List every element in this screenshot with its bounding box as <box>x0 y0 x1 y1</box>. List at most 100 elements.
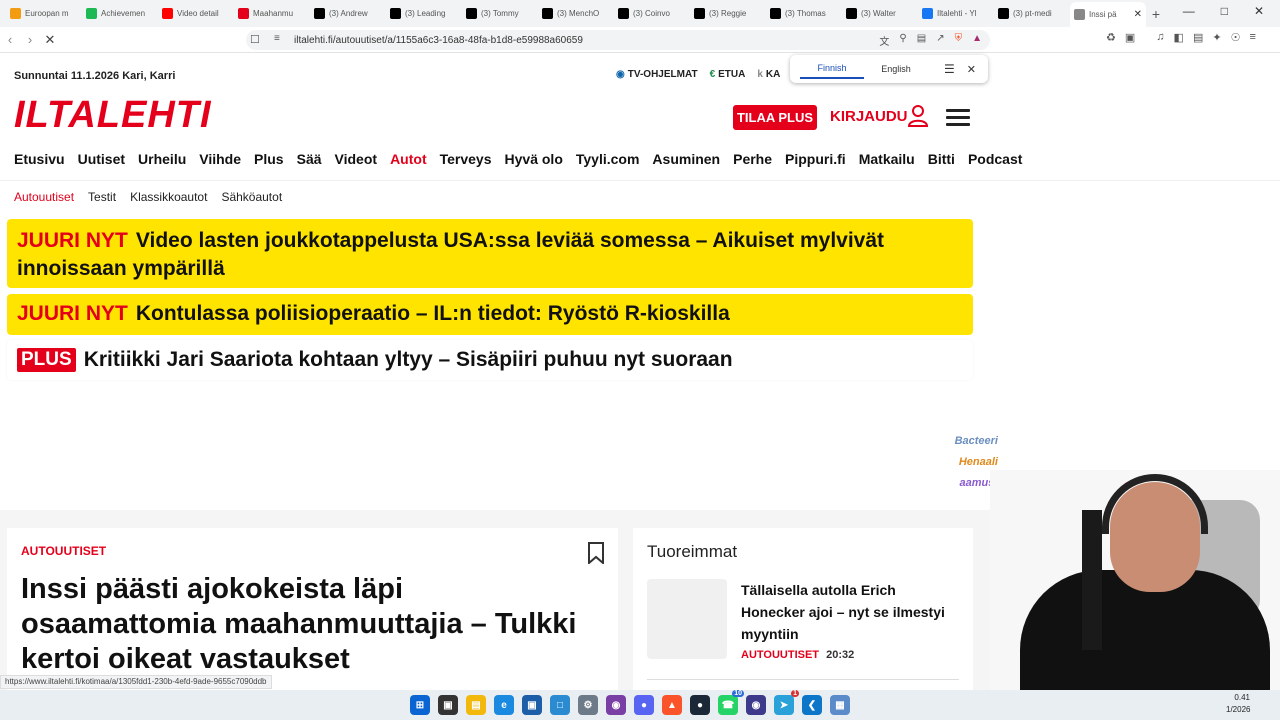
maximize-icon[interactable]: □ <box>1221 4 1228 18</box>
minimize-icon[interactable]: — <box>1183 4 1195 18</box>
nav-item[interactable]: Perhe <box>733 151 772 167</box>
browser-tab[interactable]: Iltalehti - Yl <box>918 3 994 25</box>
tv-link[interactable]: ◉ TV-OHJELMAT <box>616 69 698 80</box>
k-icon: k <box>757 69 763 80</box>
task-view-icon[interactable]: ▣ <box>438 695 458 715</box>
close-tab-icon[interactable]: ✕ <box>1134 9 1142 20</box>
steam-icon[interactable]: ● <box>690 695 710 715</box>
nav-item[interactable]: Bitti <box>928 151 955 167</box>
sidebar-icon[interactable]: ◧ <box>1174 31 1184 44</box>
nav-item[interactable]: Pippuri.fi <box>785 151 846 167</box>
translate-icon[interactable]: 文 <box>879 33 889 48</box>
windows-start-icon[interactable]: ⊞ <box>410 695 430 715</box>
plus-news-item[interactable]: PLUS Kritiikki Jari Saariota kohtaan ylt… <box>7 340 973 380</box>
nav-item[interactable]: Videot <box>335 151 378 167</box>
article-category[interactable]: AUTOUUTISET <box>21 544 106 558</box>
brave-icon[interactable]: ▲ <box>662 695 682 715</box>
browser-tab[interactable]: (3) Walter <box>842 3 918 25</box>
discord-icon[interactable]: ● <box>634 695 654 715</box>
site-menu-icon[interactable] <box>946 109 970 127</box>
breaking-news-item[interactable]: JUURI NYT Video lasten joukkotappelusta U… <box>7 219 973 288</box>
stop-loading-icon[interactable]: ✕ <box>40 32 60 48</box>
site-info-icon[interactable]: ≡ <box>274 33 280 44</box>
whatsapp-icon[interactable]: ☎ 10 <box>718 690 744 715</box>
leo-ai-icon[interactable]: ✦ <box>1212 31 1221 44</box>
vscode-icon[interactable]: ❮ <box>802 695 822 715</box>
nav-item[interactable]: Tyyli.com <box>576 151 640 167</box>
back-icon[interactable]: ‹ <box>0 32 20 47</box>
obs-icon[interactable]: ◉ <box>606 695 626 715</box>
bookmark-icon[interactable]: ☐ <box>250 33 260 46</box>
nav-item[interactable]: Etusivu <box>14 151 65 167</box>
browser-tab[interactable]: (3) pt-medi <box>994 3 1070 25</box>
forward-icon[interactable]: › <box>20 32 40 47</box>
music-icon[interactable]: ♫ <box>1156 31 1164 44</box>
article-title: Inssi päästi ajokokeista läpi osaamattom… <box>21 573 577 675</box>
zoom-icon[interactable]: ⚲ <box>899 33 906 48</box>
latest-meta: AUTOUUTISET 20:32 <box>741 649 854 661</box>
telegram-icon[interactable]: ➤ 1 <box>774 690 799 715</box>
settings-icon[interactable]: ⚙ <box>578 695 598 715</box>
app-icon[interactable]: □ <box>550 695 570 715</box>
latest-thumbnail[interactable] <box>647 579 727 659</box>
subnav-item[interactable]: Klassikkoautot <box>130 190 207 204</box>
user-icon[interactable] <box>906 104 930 128</box>
url-field[interactable]: ☐ ≡ iltalehti.fi/autouutiset/a/1155a6c3-… <box>246 30 990 50</box>
browser-tab[interactable]: Inssi pä ✕ <box>1070 2 1146 27</box>
nav-item[interactable]: Matkailu <box>859 151 915 167</box>
nav-item[interactable]: Autot <box>390 151 427 167</box>
translate-source-tab[interactable]: Finnish <box>800 59 864 79</box>
nav-item[interactable]: Urheilu <box>138 151 186 167</box>
close-window-icon[interactable]: ✕ <box>1254 4 1264 18</box>
browser-tab[interactable]: (3) Thomas <box>766 3 842 25</box>
brave-rewards-icon[interactable]: ▲ <box>972 33 982 48</box>
close-icon[interactable]: ✕ <box>967 63 976 76</box>
wallet-icon[interactable]: ▤ <box>1193 31 1203 44</box>
nav-item[interactable]: Sää <box>297 151 322 167</box>
site-logo[interactable]: ILTALEHTI <box>14 94 212 137</box>
browser-tab[interactable]: (3) Leading <box>386 3 462 25</box>
menu-icon[interactable]: ≡ <box>1249 31 1255 44</box>
browser-tab[interactable]: Maahanmu <box>234 3 310 25</box>
breaking-news-item[interactable]: JUURI NYT Kontulassa poliisioperaatio – I… <box>7 294 973 335</box>
browser-tab[interactable]: (3) Andrew <box>310 3 386 25</box>
brave-shield-icon[interactable]: ⛨ <box>955 33 963 48</box>
file-explorer-icon[interactable]: ▤ <box>466 695 486 715</box>
browser-tab[interactable]: Euroopan m <box>6 3 82 25</box>
browser-tab[interactable]: (3) Coinvo <box>614 3 690 25</box>
nav-item[interactable]: Uutiset <box>78 151 125 167</box>
nav-item[interactable]: Podcast <box>968 151 1022 167</box>
browser-tab[interactable]: (3) Tommy <box>462 3 538 25</box>
nav-item[interactable]: Asuminen <box>652 151 720 167</box>
nav-item[interactable]: Hyvä olo <box>505 151 563 167</box>
calculator-icon[interactable]: ▦ <box>830 695 850 715</box>
clock[interactable]: 0.41 1/2026 <box>1226 692 1250 716</box>
etua-link[interactable]: € ETUA <box>710 69 746 80</box>
subscribe-button[interactable]: TILAA PLUS <box>733 105 817 130</box>
store-icon[interactable]: ▣ <box>522 695 542 715</box>
nav-item[interactable]: Plus <box>254 151 284 167</box>
login-button[interactable]: KIRJAUDU <box>830 108 908 125</box>
screenshot-icon[interactable]: ▣ <box>1125 31 1135 44</box>
translate-target-tab[interactable]: English <box>864 60 928 78</box>
reader-icon[interactable]: ▤ <box>917 33 926 48</box>
browser-tab[interactable]: (3) MenchO <box>538 3 614 25</box>
vpn-icon[interactable]: ☉ <box>1231 31 1241 44</box>
extensions-icon[interactable]: ♻ <box>1106 31 1116 44</box>
translate-options-icon[interactable]: ☰ <box>944 62 955 76</box>
subnav-item[interactable]: Sähköautot <box>221 190 282 204</box>
ka-link[interactable]: k KA <box>757 69 780 80</box>
edge-icon[interactable]: e <box>494 695 514 715</box>
nav-item[interactable]: Viihde <box>199 151 241 167</box>
bookmark-icon[interactable] <box>587 542 605 564</box>
new-tab-icon[interactable]: + <box>1146 6 1166 22</box>
browser-tab[interactable]: Video detail <box>158 3 234 25</box>
browser-tab[interactable]: Achievemen <box>82 3 158 25</box>
browser-tab[interactable]: (3) Reggie <box>690 3 766 25</box>
app-icon[interactable]: ◉ <box>746 695 766 715</box>
latest-title[interactable]: Tällaisella autolla Erich Honecker ajoi … <box>741 579 961 645</box>
subnav-item[interactable]: Autouutiset <box>14 190 74 204</box>
share-icon[interactable]: ↗ <box>936 33 944 48</box>
nav-item[interactable]: Terveys <box>440 151 492 167</box>
subnav-item[interactable]: Testit <box>88 190 116 204</box>
